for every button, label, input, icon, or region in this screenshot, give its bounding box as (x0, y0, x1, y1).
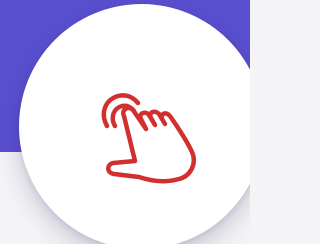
tap-hand-icon (101, 93, 197, 184)
feature-illustration (0, 0, 250, 244)
feature-circle (19, 4, 250, 244)
